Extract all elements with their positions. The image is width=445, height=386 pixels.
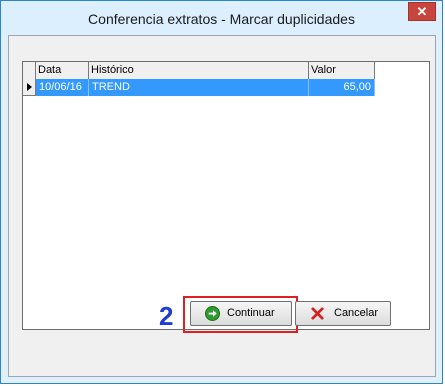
- table-row[interactable]: 10/06/16 TREND 65,00: [23, 79, 375, 96]
- title-bar[interactable]: Conferencia extratos - Marcar duplicidad…: [1, 1, 442, 35]
- current-row-arrow-icon: [27, 83, 32, 91]
- red-x-icon: [311, 307, 324, 320]
- dialog-window: Conferencia extratos - Marcar duplicidad…: [0, 0, 443, 384]
- data-grid[interactable]: Data Histórico Valor 10/06/16 TREND 65,0…: [22, 61, 430, 330]
- cell-historico[interactable]: TREND: [89, 79, 309, 96]
- column-header-data[interactable]: Data: [36, 62, 89, 79]
- close-button[interactable]: ✕: [408, 2, 436, 21]
- grid-header: Data Histórico Valor: [23, 62, 375, 80]
- step-number-annotation: 2: [159, 301, 174, 331]
- cell-data[interactable]: 10/06/16: [36, 79, 89, 96]
- close-icon: ✕: [416, 4, 428, 19]
- window-title: Conferencia extratos - Marcar duplicidad…: [88, 11, 355, 27]
- green-arrow-right-icon: [205, 306, 220, 321]
- column-header-valor[interactable]: Valor: [309, 62, 375, 79]
- continuar-label: Continuar: [227, 307, 275, 319]
- header-indicator-column: [23, 62, 36, 79]
- column-header-historico[interactable]: Histórico: [89, 62, 309, 79]
- button-bar: [9, 336, 435, 376]
- cell-valor[interactable]: 65,00: [309, 79, 375, 96]
- cancelar-label: Cancelar: [334, 307, 379, 319]
- continuar-button[interactable]: Continuar: [190, 301, 292, 326]
- cancelar-button[interactable]: Cancelar: [295, 301, 391, 326]
- row-indicator: [23, 79, 36, 96]
